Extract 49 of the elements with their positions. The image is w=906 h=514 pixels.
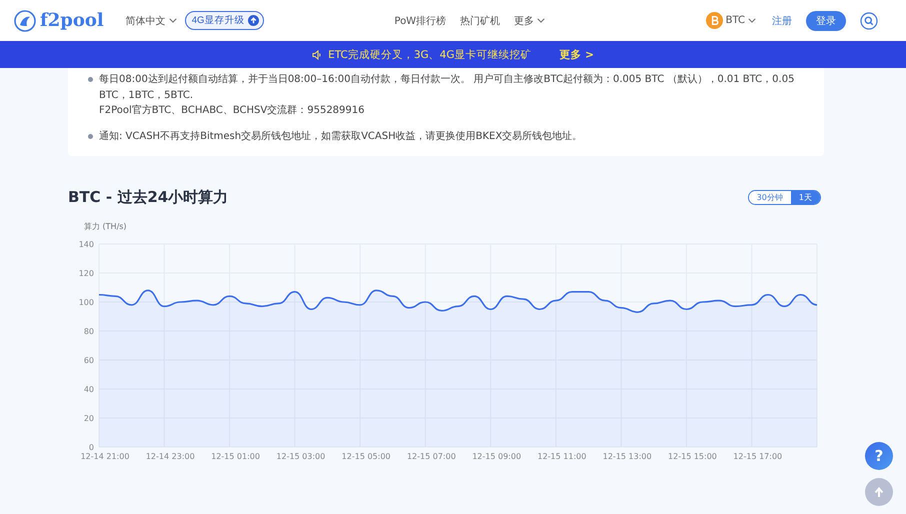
- tick-label: 100: [78, 298, 94, 307]
- bullet-icon: [88, 134, 93, 138]
- tick-label: 12-15 15:00: [668, 452, 717, 461]
- range-tab[interactable]: 30分钟: [748, 191, 791, 204]
- tick-label: 12-14 23:00: [146, 452, 195, 461]
- login-button[interactable]: 登录: [806, 10, 846, 30]
- up-arrow-icon: [874, 486, 884, 498]
- language-menu[interactable]: 简体中文: [126, 14, 177, 28]
- tick-label: 12-15 13:00: [602, 452, 652, 461]
- help-button[interactable]: ?: [865, 442, 893, 470]
- more-link[interactable]: 更多 >: [559, 48, 594, 62]
- caret-icon: [537, 18, 546, 23]
- tick-label: 12-15 03:00: [276, 452, 326, 461]
- tick-label: 12-14 21:00: [80, 452, 130, 461]
- tick-label: 12-15 07:00: [406, 452, 456, 461]
- coin-icon: [706, 12, 723, 29]
- tick-label: 12-15 05:00: [342, 452, 391, 461]
- tick-label: 12-15 09:00: [472, 452, 522, 461]
- up-arrow-icon: [248, 15, 260, 26]
- notice-text: F2Pool官方BTC、BCHABC、BCHSV交流群：955289916: [99, 104, 366, 118]
- axis-label: 算力 (TH/s): [84, 222, 127, 231]
- logo-text[interactable]: f2pool: [40, 10, 104, 31]
- tick-label: 12-15 17:00: [733, 452, 782, 461]
- nav-link[interactable]: 热门矿机: [460, 14, 500, 28]
- register-link[interactable]: 注册: [772, 14, 792, 28]
- caret-icon: [168, 18, 177, 23]
- section-title: BTC - 过去24小时算力: [68, 188, 228, 207]
- caret-icon: [748, 18, 756, 23]
- tick-label: 140: [78, 240, 94, 249]
- bullet-icon: [88, 77, 93, 82]
- coin-menu[interactable]: BTC: [706, 12, 756, 29]
- nav-menu[interactable]: 更多: [514, 14, 546, 28]
- tick-label: 20: [84, 414, 94, 423]
- speaker-icon: [312, 50, 322, 60]
- logo-icon: [14, 10, 36, 32]
- search-icon[interactable]: [860, 12, 878, 30]
- tick-label: 120: [78, 269, 94, 278]
- upgrade-badge[interactable]: 4G显存升级: [184, 11, 264, 30]
- tick-label: 80: [84, 327, 94, 336]
- tick-label: 12-15 11:00: [537, 452, 586, 461]
- tick-label: 0: [88, 443, 94, 452]
- tick-label: 60: [84, 356, 94, 365]
- range-tab[interactable]: 1天: [790, 191, 820, 204]
- tick-label: 40: [84, 385, 94, 394]
- tick-label: 12-15 01:00: [211, 452, 260, 461]
- nav-link[interactable]: PoW排行榜: [394, 14, 446, 28]
- notice-text: 通知: VCASH不再支持Bitmesh交易所钱包地址，如需获取VCASH收益，请更换使用BKEX交易所钱包地址。: [99, 130, 582, 144]
- notice-text: 每日08:00达到起付额自动结算，并于当日08:00–16:00自动付款，每日付款一次。 用户可自主修改BTC起付额为：0.005 BTC （默认），0.01 BTC，0.05 BTC，1BTC，5BTC.: [99, 72, 796, 102]
- banner-text: ETC完成硬分叉，3G、4G显卡可继续挖矿: [328, 48, 532, 62]
